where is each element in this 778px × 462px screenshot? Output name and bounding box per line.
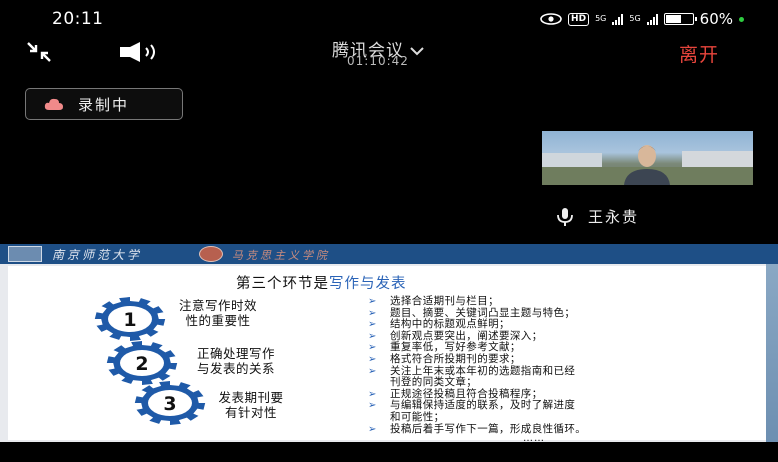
university-logo-text: 南京师范大学 <box>52 248 143 262</box>
slide-title: 第三个环节是写作与发表 <box>236 272 407 293</box>
shared-screen-slide: 南京师范大学 马克思主义学院 第三个环节是写作与发表 1 注意写作时效 性的重要… <box>0 244 778 442</box>
leave-button[interactable]: 离开 <box>679 40 719 67</box>
bullet-text: 正规途径投稿且符合投稿程序； <box>390 387 543 400</box>
slide-title-highlight: 写作与发表 <box>329 276 407 292</box>
bullet-arrow-icon: ➢ <box>368 365 377 377</box>
network-type-2: 5G <box>629 14 641 23</box>
speaker-icon[interactable] <box>118 41 162 63</box>
eye-icon <box>540 13 562 25</box>
participant-person-image <box>624 145 670 185</box>
bullet-arrow-icon: ➢ <box>368 342 377 354</box>
chevron-down-icon <box>410 47 425 56</box>
slide-header-bar: 南京师范大学 马克思主义学院 <box>0 244 778 264</box>
slide-body: 第三个环节是写作与发表 1 注意写作时效 性的重要性 2 正确处理写作 与发表的… <box>8 266 766 442</box>
status-time: 20:11 <box>52 9 104 29</box>
bullet-arrow-icon: ➢ <box>368 296 377 307</box>
participant-name-row: 王永贵 <box>556 206 639 227</box>
step-3-label-line1: 发表期刊要 <box>218 390 284 405</box>
bullet-text: 格式符合所投期刊的要求； <box>390 352 521 365</box>
step-3-gear-icon: 3 <box>134 381 206 425</box>
bullet-list: ➢ 选择合适期刊与栏目； ➢ 题目、摘要、关键词凸显主题与特色； ➢ 结构中的标题观点鲜明… <box>368 295 708 435</box>
bullet-text: 题目、摘要、关键词凸显主题与特色； <box>390 306 576 319</box>
step-3-label: 发表期刊要 有针对性 <box>206 390 296 420</box>
bullet-text: 关注上年末或本年初的选题指南和已经 <box>390 364 576 377</box>
step-2-label: 正确处理写作 与发表的关系 <box>186 346 286 376</box>
bullet-text: 创新观点要突出，阐述要深入； <box>390 329 543 342</box>
bullet-text: 刊登的同类文章； <box>390 376 478 389</box>
recording-label: 录制中 <box>78 95 130 114</box>
battery-percent: 60% <box>699 10 733 28</box>
signal-icon <box>612 13 624 25</box>
minimize-window-icon[interactable] <box>26 40 52 64</box>
bullet-arrow-icon: ➢ <box>368 400 377 412</box>
step-1-label-line1: 注意写作时效 <box>178 298 257 313</box>
university-seal-logo <box>8 246 42 262</box>
bullet-arrow-icon: ➢ <box>368 330 377 342</box>
microphone-icon <box>557 207 573 226</box>
signal-icon-2 <box>646 13 658 25</box>
step-1-gear-icon: 1 <box>94 297 166 341</box>
step-2-number: 2 <box>135 353 148 375</box>
meeting-timer: 01:10:42 <box>347 54 409 68</box>
recording-indicator[interactable]: 录制中 <box>25 88 183 120</box>
cloud-record-icon <box>44 98 63 110</box>
slide-title-prefix: 第三个环节是 <box>236 276 329 292</box>
bullet-arrow-icon: ➢ <box>368 353 377 365</box>
slide-decorative-band <box>766 264 778 442</box>
step-3-number: 3 <box>163 393 176 415</box>
hd-badge: HD <box>568 12 590 26</box>
bullet-text: 投稿后着手写作下一篇，形成良性循环。 <box>390 422 587 435</box>
status-icons: HD 5G 5G 60% <box>540 10 744 28</box>
participant-name: 王永贵 <box>588 208 640 226</box>
bullet-text: 与编辑保持适度的联系，及时了解进度 <box>390 399 576 412</box>
privacy-indicator-dot <box>739 16 744 22</box>
bullet-text: 和可能性； <box>390 410 445 423</box>
bottom-bar <box>0 442 778 462</box>
bullet-arrow-icon: ➢ <box>368 307 377 319</box>
status-bar: 20:11 HD 5G 5G 60% <box>0 0 778 36</box>
bullet-text: 结构中的标题观点鲜明； <box>390 318 510 331</box>
slide-ellipsis: …… <box>523 433 545 442</box>
bullet-arrow-icon: ➢ <box>368 319 377 331</box>
bullet-arrow-icon: ➢ <box>368 423 377 435</box>
step-1-number: 1 <box>123 309 136 331</box>
step-1-label: 注意写作时效 性的重要性 <box>168 298 268 328</box>
participant-video-thumbnail[interactable] <box>542 131 753 185</box>
step-1-label-line2: 性的重要性 <box>185 313 251 328</box>
bullet-arrow-icon: ➢ <box>368 388 377 400</box>
college-logo-text: 马克思主义学院 <box>232 249 330 262</box>
step-2-label-line1: 正确处理写作 <box>196 346 275 361</box>
step-2-label-line2: 与发表的关系 <box>196 361 275 376</box>
network-type-1: 5G <box>595 14 607 23</box>
battery-icon <box>663 13 697 25</box>
bullet-text: 选择合适期刊与栏目； <box>390 295 499 307</box>
step-3-label-line2: 有针对性 <box>224 405 277 420</box>
college-seal-logo <box>199 246 223 262</box>
bullet-text: 重复率低，写好参考文献； <box>390 341 521 354</box>
